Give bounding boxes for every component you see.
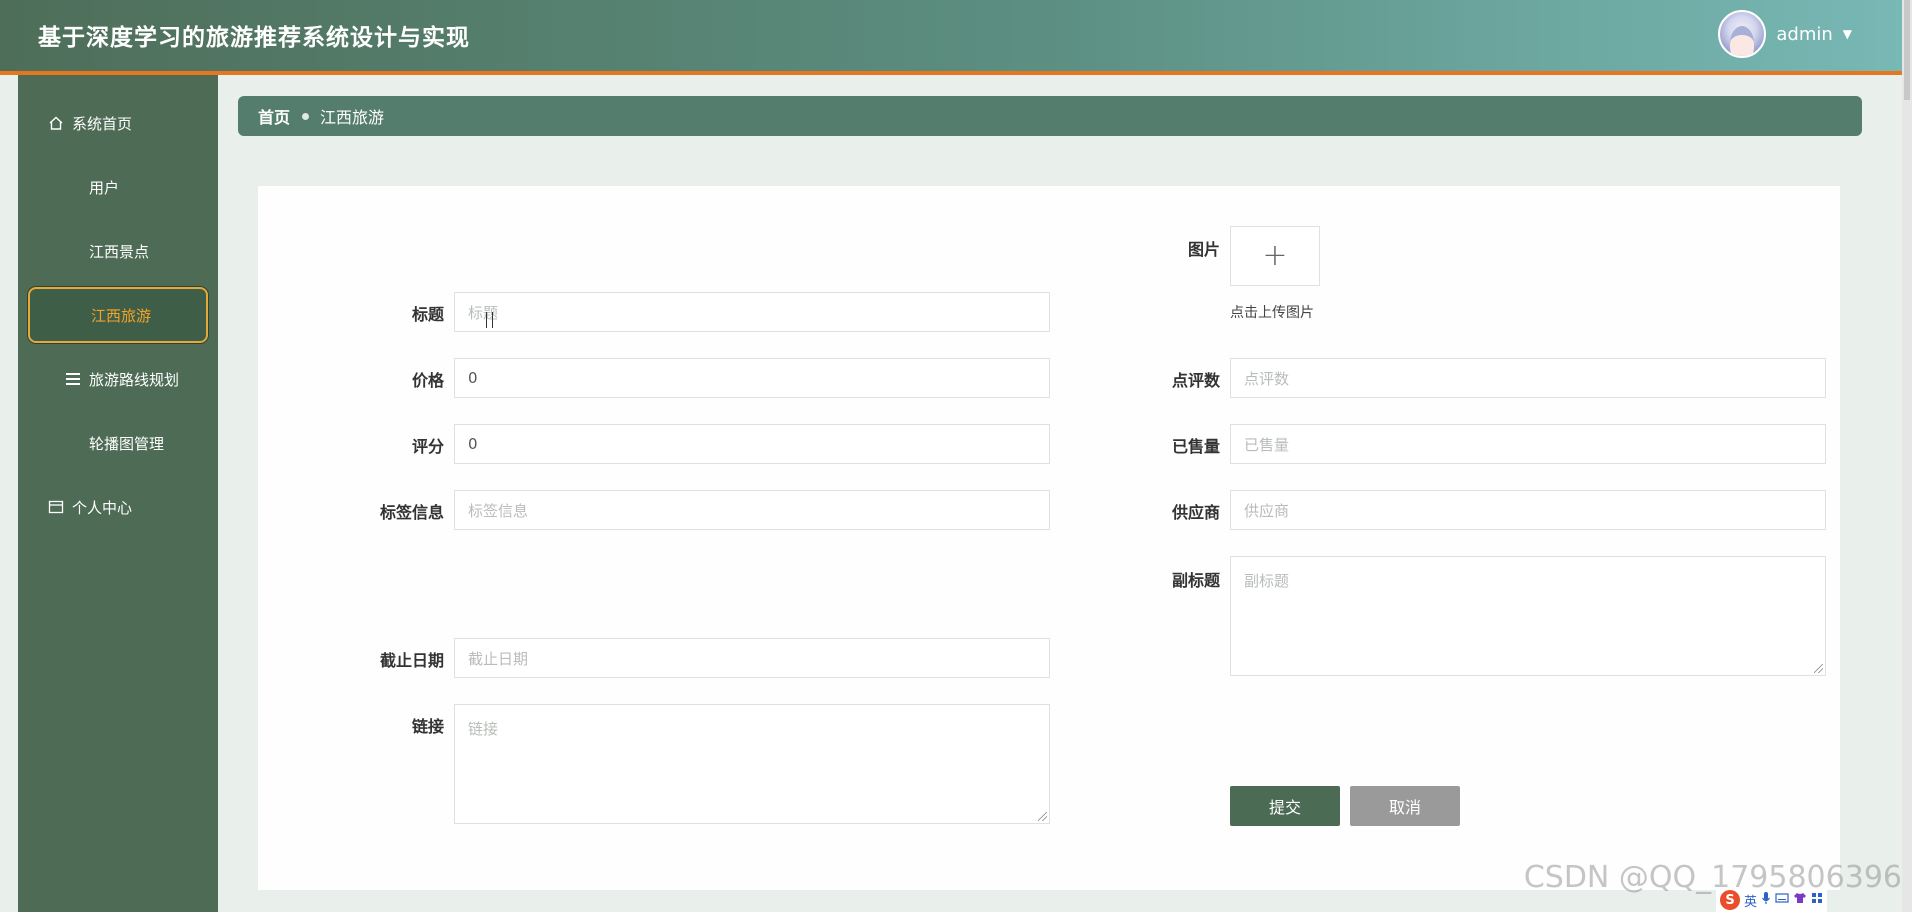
sold-input[interactable]: 已售量 [1230,424,1826,464]
grid-icon [65,435,81,451]
sidebar-item-label: 轮播图管理 [89,434,165,453]
microphone-icon[interactable] [1761,891,1771,909]
breadcrumb-current: 江西旅游 [320,108,385,127]
sidebar-item-label: 个人中心 [72,498,133,517]
ime-logo-icon[interactable]: S [1720,890,1740,910]
chevron-down-icon[interactable]: ▼ [1843,27,1852,41]
supplier-label: 供应商 [1171,503,1220,522]
sidebar-item-label: 系统首页 [72,114,133,133]
app-title: 基于深度学习的旅游推荐系统设计与实现 [38,25,470,51]
subtitle-label: 副标题 [1171,571,1220,590]
sidebar-item-label: 江西景点 [89,242,150,261]
link-placeholder: 链接 [468,720,499,738]
resize-handle-icon[interactable] [1038,812,1047,821]
sold-label: 已售量 [1171,437,1220,456]
resize-handle-icon[interactable] [1814,664,1823,673]
sidebar-item-carousel[interactable]: 轮播图管理 [28,415,208,471]
link-textarea[interactable]: 链接 [454,704,1050,824]
breadcrumb-separator [302,112,310,120]
price-label: 价格 [411,371,444,390]
tags-label: 标签信息 [379,503,444,522]
card-icon [48,499,64,515]
submit-button[interactable]: 提交 [1230,786,1340,826]
grid-icon [65,243,81,259]
top-header: 基于深度学习的旅游推荐系统设计与实现 admin ▼ [0,0,1902,75]
rating-label: 评分 [411,437,444,456]
sidebar-item-jiangxi-scenic[interactable]: 江西景点 [28,223,208,279]
deadline-label: 截止日期 [379,651,444,670]
rating-input[interactable]: 0 [454,424,1050,464]
watermark: CSDN @QQ_1795806396 [1523,860,1902,895]
ime-toolbar[interactable]: S 英 [1716,888,1828,912]
ime-language[interactable]: 英 [1744,891,1757,910]
link-label: 链接 [411,717,444,736]
sidebar-item-users[interactable]: 用户 [28,159,208,215]
review-count-label: 点评数 [1171,371,1220,390]
shirt-icon[interactable] [1793,892,1807,908]
cancel-button[interactable]: 取消 [1350,786,1460,826]
upload-tip: 点击上传图片 [1230,305,1314,321]
price-input[interactable]: 0 [454,358,1050,398]
breadcrumb: 首页 江西旅游 [238,96,1862,136]
subtitle-textarea[interactable]: 副标题 [1230,556,1826,676]
title-input[interactable]: 标题 [454,292,1050,332]
apps-grid-icon[interactable] [1811,892,1823,908]
title-label: 标题 [411,305,444,324]
avatar[interactable] [1718,10,1767,58]
image-label: 图片 [1187,240,1220,259]
username[interactable]: admin [1776,24,1832,45]
sidebar-item-label: 江西旅游 [91,306,152,325]
sidebar-item-label: 旅游路线规划 [89,370,180,389]
grid-icon [67,307,83,323]
image-upload-button[interactable]: + [1230,226,1320,286]
keyboard-icon[interactable] [1775,892,1789,908]
text-cursor-icon [486,312,493,328]
list-icon [65,371,81,387]
plus-icon: + [1262,238,1288,273]
sidebar: 系统首页 用户 江西景点 江西旅游 旅游路线规划 轮播图管理 个人中心 [18,75,218,912]
user-menu[interactable]: admin ▼ [1718,10,1852,58]
sidebar-item-home[interactable]: 系统首页 [28,95,208,151]
sidebar-item-personal-center[interactable]: 个人中心 [28,479,208,535]
scrollbar-thumb[interactable] [1904,0,1910,100]
review-count-input[interactable]: 点评数 [1230,358,1826,398]
grid-icon [65,179,81,195]
deadline-input[interactable]: 截止日期 [454,638,1050,678]
sidebar-item-jiangxi-travel[interactable]: 江西旅游 [28,287,208,343]
sidebar-item-route-planning[interactable]: 旅游路线规划 [28,351,208,407]
supplier-input[interactable]: 供应商 [1230,490,1826,530]
subtitle-placeholder: 副标题 [1244,572,1290,590]
page-scrollbar[interactable] [1902,0,1912,912]
breadcrumb-home[interactable]: 首页 [258,104,290,128]
sidebar-item-label: 用户 [89,178,120,197]
tags-input[interactable]: 标签信息 [454,490,1050,530]
home-icon [48,115,64,131]
